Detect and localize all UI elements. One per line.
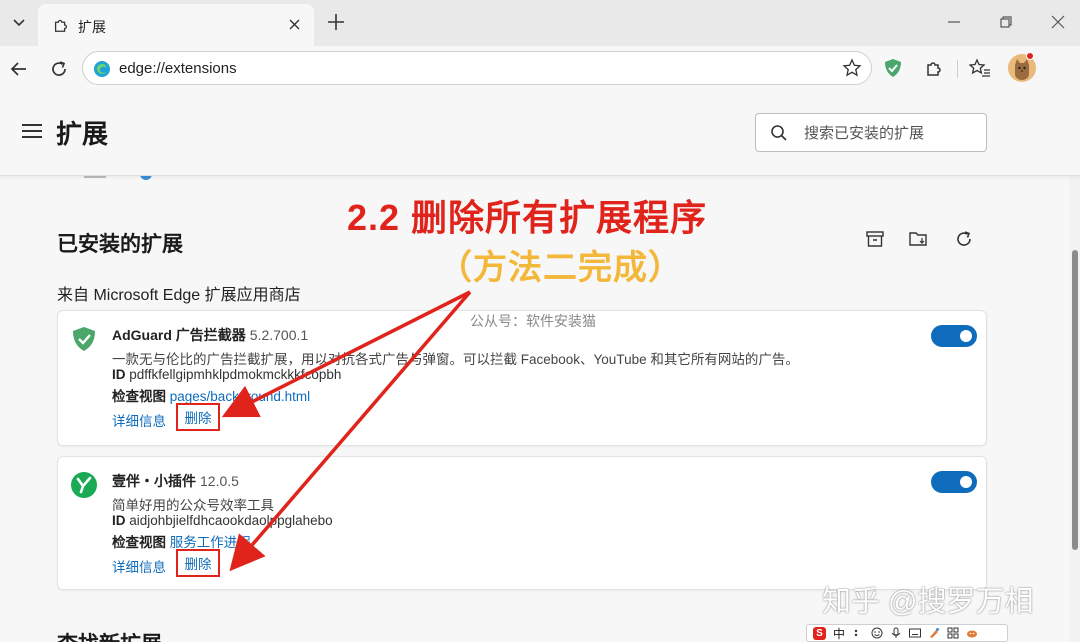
load-unpacked-button[interactable] <box>908 228 930 250</box>
add-favorite-button[interactable] <box>841 57 863 79</box>
inspect-views: 检查视图 服务工作进程 <box>112 531 251 551</box>
close-icon <box>289 19 299 29</box>
punctuation-icon[interactable] <box>852 627 864 639</box>
extension-card: 壹伴・小插件 12.0.5 简单好用的公众号效率工具 ID aidjohbjiel… <box>57 456 987 590</box>
extension-id: ID pdffkfellgipmhklpdmokmckkkfcopbh <box>112 367 341 382</box>
extension-search-input[interactable] <box>804 122 974 144</box>
arrow-left-icon <box>10 62 26 76</box>
extension-description: 一款无与伦比的广告拦截扩展，用以对抗各式广告与弹窗。可以拦截 Facebook、… <box>112 352 799 367</box>
mascot-icon[interactable] <box>966 627 978 639</box>
tab-extensions[interactable]: 扩展 <box>38 4 314 46</box>
minimize-icon <box>948 21 960 23</box>
scrolled-content-edge <box>140 176 152 180</box>
address-bar[interactable]: edge://extensions <box>82 51 872 85</box>
search-icon <box>771 125 787 141</box>
minimize-button[interactable] <box>942 10 966 34</box>
inspect-view-link[interactable]: pages/background.html <box>170 389 310 404</box>
annotation-title: 2.2 删除所有扩展程序 <box>347 197 708 238</box>
extension-search-box[interactable] <box>755 113 987 152</box>
inspect-label: 检查视图 <box>112 389 166 404</box>
id-value: aidjohbjielfdhcaookdaolppglahebo <box>129 513 333 528</box>
folder-open-icon <box>909 232 927 246</box>
inspect-views: 检查视图 pages/background.html <box>112 385 310 405</box>
new-tab-button[interactable] <box>324 10 348 34</box>
page-scrollbar[interactable] <box>1070 176 1080 642</box>
id-value: pdffkfellgipmhklpdmokmckkkfcopbh <box>129 367 342 382</box>
extension-name: AdGuard 广告拦截器 5.2.700.1 <box>112 325 308 345</box>
refresh-icon <box>957 231 971 246</box>
tab-actions-button[interactable] <box>4 6 34 38</box>
yiban-logo-icon <box>71 472 97 498</box>
annotation-subtitle: （方法二完成） <box>438 249 683 287</box>
back-button[interactable] <box>6 56 32 82</box>
remove-button[interactable]: 删除 <box>176 403 220 431</box>
favorites-list-icon <box>969 58 990 77</box>
url-text: edge://extensions <box>119 60 237 77</box>
page-title: 扩展 <box>56 119 109 149</box>
adguard-toolbar-button[interactable] <box>880 55 906 81</box>
adguard-shield-icon <box>73 327 95 351</box>
shield-check-icon <box>885 59 901 77</box>
id-label: ID <box>112 367 126 382</box>
toolbox-icon[interactable] <box>947 627 959 639</box>
close-icon <box>1051 15 1065 29</box>
inspect-label: 检查视图 <box>112 535 166 550</box>
keyboard-icon[interactable] <box>909 627 922 639</box>
zhihu-signature: 知乎 @搜罗万相 <box>822 586 1034 618</box>
details-link[interactable]: 详细信息 <box>112 556 166 576</box>
tab-close-button[interactable] <box>284 14 304 34</box>
installed-section-title: 已安装的扩展 <box>57 233 183 256</box>
find-new-extensions-title: 查找新扩展 <box>57 628 162 642</box>
puzzle-icon <box>54 19 68 32</box>
emoji-icon[interactable] <box>871 627 883 639</box>
sogou-logo-icon[interactable]: S <box>813 626 826 640</box>
extension-name-text: AdGuard 广告拦截器 <box>112 327 246 343</box>
store-source-label: 来自 Microsoft Edge 扩展应用商店 <box>57 287 301 304</box>
restore-button[interactable] <box>994 10 1018 34</box>
extension-enable-toggle[interactable] <box>931 471 977 493</box>
remove-button[interactable]: 删除 <box>176 549 220 577</box>
ime-mode[interactable]: 中 <box>833 625 845 642</box>
extension-name: 壹伴・小插件 12.0.5 <box>112 471 239 491</box>
microphone-icon[interactable] <box>890 627 902 639</box>
extension-enable-toggle[interactable] <box>931 325 977 347</box>
scrolled-content-edge <box>84 176 106 178</box>
hamburger-line <box>22 130 42 132</box>
window-close-button[interactable] <box>1046 10 1070 34</box>
details-link[interactable]: 详细信息 <box>112 410 166 430</box>
extension-id: ID aidjohbjielfdhcaookdaolppglahebo <box>112 513 333 528</box>
extension-name-text: 壹伴・小插件 <box>112 473 196 489</box>
archive-icon <box>866 231 884 247</box>
star-icon <box>842 58 862 77</box>
watermark-text: 公从号：软件安装猫 <box>470 313 596 329</box>
puzzle-icon <box>927 62 941 76</box>
extensions-page-header: 扩展 <box>0 92 1080 176</box>
extension-description: 简单好用的公众号效率工具 <box>112 498 274 513</box>
edge-logo-icon <box>94 61 110 77</box>
extension-version: 5.2.700.1 <box>249 327 309 343</box>
skin-icon[interactable] <box>928 627 940 639</box>
tab-title: 扩展 <box>78 19 106 35</box>
id-label: ID <box>112 513 126 528</box>
refresh-icon <box>52 61 66 76</box>
restore-icon <box>1000 16 1012 28</box>
refresh-button[interactable] <box>46 56 72 82</box>
ime-toolbar: S 中 <box>806 624 1008 642</box>
toolbar-separator <box>957 60 958 78</box>
browser-toolbar: edge://extensions <box>0 46 1080 92</box>
favorites-button[interactable] <box>967 55 993 81</box>
scrollbar-thumb[interactable] <box>1072 250 1078 550</box>
hamburger-line <box>22 124 42 126</box>
inspect-view-link[interactable]: 服务工作进程 <box>170 535 251 550</box>
update-extensions-button[interactable] <box>953 228 975 250</box>
hamburger-line <box>22 136 42 138</box>
plus-icon <box>328 14 344 30</box>
menu-button[interactable] <box>22 124 42 140</box>
archive-button[interactable] <box>864 228 886 250</box>
tab-strip: 扩展 <box>0 0 1080 46</box>
extension-version: 12.0.5 <box>200 473 239 489</box>
extensions-button[interactable] <box>921 55 947 81</box>
chevron-down-icon <box>13 19 25 27</box>
notification-dot <box>1026 52 1034 60</box>
